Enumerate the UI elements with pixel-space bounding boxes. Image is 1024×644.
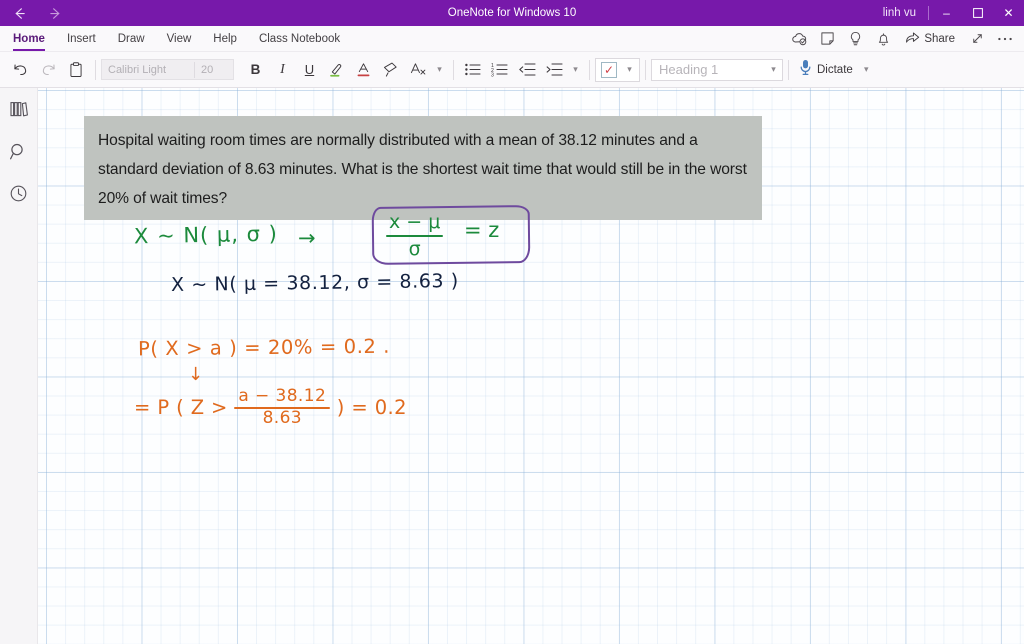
forward-arrow-icon[interactable] [44,2,66,24]
tab-view[interactable]: View [156,26,203,51]
ink-line4-suffix: ) = 0.2 [336,396,407,419]
share-button[interactable]: Share [898,28,962,50]
expand-diagonal-icon[interactable] [964,28,990,50]
undo-icon[interactable] [6,57,34,83]
ink-line4-prefix: = P ( Z > [134,396,228,419]
increase-indent-icon[interactable] [540,57,567,83]
search-icon[interactable] [6,138,32,164]
ink-fraction-denominator: σ [408,238,421,260]
format-painter-icon[interactable] [377,57,404,83]
checkbox-tag-icon[interactable]: ✓ [601,61,617,78]
back-arrow-icon[interactable] [8,2,30,24]
share-icon [905,30,920,47]
ink-note-line-2: X ~ N( μ = 38.12, σ = 8.63 ) [170,269,459,297]
tab-help[interactable]: Help [202,26,248,51]
ink-formula-box-group: x − μ σ = z [371,205,531,265]
todo-tag-control: ✓ ▾ [595,57,640,83]
bold-button[interactable]: B [242,57,269,83]
dictate-chevron-down-icon[interactable]: ▾ [858,57,875,83]
ink-line4-numerator: a − 38.12 [238,386,327,406]
bulleted-list-icon[interactable] [459,57,486,83]
recent-clock-icon[interactable] [6,180,32,206]
font-group-chevron-down-icon[interactable]: ▾ [431,57,448,83]
tab-home[interactable]: Home [0,26,56,51]
tab-draw[interactable]: Draw [107,26,156,51]
style-value: Heading 1 [659,62,719,77]
ink-arrow-right: → [298,226,316,250]
paragraph-group-chevron-down-icon[interactable]: ▾ [567,57,584,83]
note-page-canvas[interactable]: Hospital waiting room times are normally… [38,88,1024,644]
italic-button[interactable]: I [269,57,296,83]
style-dropdown[interactable]: Heading 1 ▾ [651,57,783,83]
font-size-input[interactable]: 20 [195,64,233,76]
workspace: Hospital waiting room times are normally… [0,88,1024,644]
ribbon-separator-4 [645,59,646,80]
sync-cloud-icon[interactable] [786,28,812,50]
ink-line4-fraction: a − 38.12 8.63 [234,386,331,428]
dictate-button[interactable]: Dictate [794,57,858,83]
ink-formula-result: = z [464,218,500,242]
numbered-list-icon[interactable]: 1 2 3 [486,57,513,83]
ribbon-separator [95,59,96,80]
font-controls: Calibri Light 20 [101,59,234,80]
share-label: Share [924,32,955,45]
titlebar-divider [928,6,929,20]
close-button[interactable]: ✕ [993,0,1024,26]
left-navigation-rail [0,88,38,644]
restore-button[interactable] [962,0,993,26]
ink-note-line-1: X ~ N( μ, σ ) [133,221,279,249]
highlighter-icon[interactable] [323,57,350,83]
style-chevron-down-icon[interactable]: ▾ [765,57,782,83]
ink-arrow-down: ↓ [188,364,204,385]
font-color-icon[interactable] [350,57,377,83]
dictate-label: Dictate [817,63,853,76]
ink-fraction-numerator: x − μ [389,211,441,233]
bell-icon[interactable] [870,28,896,50]
navigation-buttons [0,2,66,24]
underline-button[interactable]: U [296,57,323,83]
ribbon-tab-row: Home Insert Draw View Help Class Noteboo… [0,26,1024,52]
ink-fraction-bar [386,235,444,237]
tag-chevron-down-icon[interactable]: ▾ [621,57,638,83]
ribbon-tab-row-actions: Share [786,26,1024,51]
ribbon-separator-5 [788,59,789,80]
ribbon-separator-3 [589,59,590,80]
lightbulb-icon[interactable] [842,28,868,50]
ribbon-toolbar: Calibri Light 20 B I U ▾ 1 2 3 ▾ ✓ ▾ Hea… [0,52,1024,88]
minimize-button[interactable]: – [931,0,962,26]
question-text: Hospital waiting room times are normally… [98,132,747,207]
notebooks-icon[interactable] [6,96,32,122]
svg-text:3: 3 [491,72,494,77]
account-name[interactable]: linh vu [873,7,926,19]
sticky-note-icon[interactable] [814,28,840,50]
more-ellipsis-icon[interactable] [992,28,1018,50]
decrease-indent-icon[interactable] [513,57,540,83]
pasted-question-image[interactable]: Hospital waiting room times are normally… [84,116,762,220]
ink-note-line-3: P( X > a ) = 20% = 0.2 . [137,334,391,361]
font-name-input[interactable]: Calibri Light [102,64,194,76]
title-bar: OneNote for Windows 10 linh vu – ✕ [0,0,1024,26]
ink-zscore-fraction: x − μ σ [386,211,444,260]
clipboard-paste-icon[interactable] [62,57,90,83]
clear-formatting-icon[interactable] [404,57,431,83]
ink-line4-denominator: 8.63 [262,408,303,428]
tab-class-notebook[interactable]: Class Notebook [248,26,351,51]
titlebar-right-group: linh vu – ✕ [873,0,1024,26]
microphone-icon [799,59,812,81]
redo-icon [34,57,62,83]
tab-insert[interactable]: Insert [56,26,107,51]
app-title: OneNote for Windows 10 [447,7,577,19]
ribbon-separator-2 [453,59,454,80]
ink-note-line-4: = P ( Z > a − 38.12 8.63 ) = 0.2 [134,388,407,427]
